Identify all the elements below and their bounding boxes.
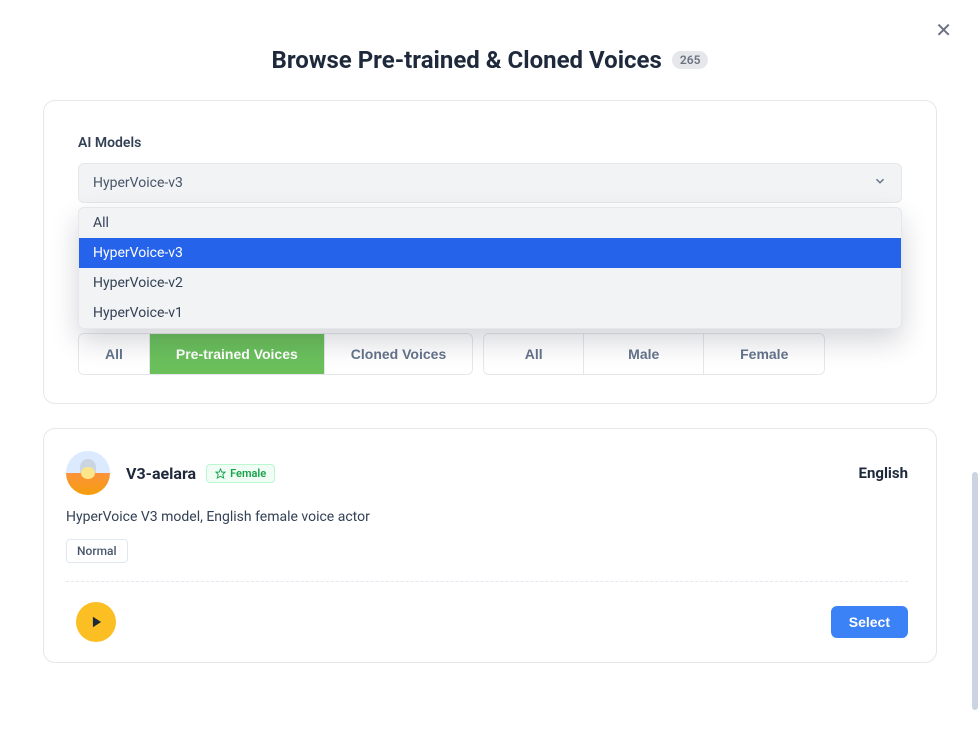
filter-card: AI Models HyperVoice-v3 All HyperVoice-v… [43,100,937,404]
divider [66,581,908,582]
close-icon[interactable]: ✕ [935,20,952,40]
voice-type-segment: All Pre-trained Voices Cloned Voices [78,333,473,375]
scrollbar-thumb[interactable] [972,472,978,710]
voice-card: V3-aelara Female English HyperVoice V3 m… [43,428,937,663]
count-badge: 265 [672,51,709,69]
voice-actions: Select [66,602,908,642]
voice-card-header: V3-aelara Female English [66,451,908,495]
tab-gender-female[interactable]: Female [704,334,824,374]
ai-model-select: HyperVoice-v3 All HyperVoice-v3 HyperVoi… [78,163,902,203]
select-button[interactable]: Select [831,606,908,638]
ai-model-selected-value: HyperVoice-v3 [93,175,183,191]
tab-type-all[interactable]: All [79,334,150,374]
voice-description: HyperVoice V3 model, English female voic… [66,509,908,525]
dropdown-item-hypervoice-v3[interactable]: HyperVoice-v3 [79,238,901,268]
page-title: Browse Pre-trained & Cloned Voices [272,46,662,74]
tab-cloned-voices[interactable]: Cloned Voices [325,334,472,374]
gender-badge: Female [206,464,275,483]
dropdown-item-all[interactable]: All [79,208,901,238]
tab-gender-male[interactable]: Male [584,334,704,374]
tab-gender-all[interactable]: All [484,334,584,374]
tab-pretrained-voices[interactable]: Pre-trained Voices [150,334,325,374]
play-button[interactable] [76,602,116,642]
play-icon [90,615,104,629]
chevron-down-icon [873,174,887,192]
voice-name: V3-aelara [126,464,196,483]
star-icon [215,468,226,479]
ai-models-label: AI Models [78,135,902,151]
filter-buttons-row: All Pre-trained Voices Cloned Voices All… [78,333,902,375]
voice-language: English [859,464,908,482]
gender-segment: All Male Female [483,333,825,375]
tag-normal: Normal [66,539,128,563]
ai-model-dropdown: All HyperVoice-v3 HyperVoice-v2 HyperVoi… [78,207,902,329]
gender-label: Female [230,467,266,480]
ai-model-select-control[interactable]: HyperVoice-v3 [78,163,902,203]
avatar [66,451,110,495]
dropdown-item-hypervoice-v1[interactable]: HyperVoice-v1 [79,298,901,328]
header: Browse Pre-trained & Cloned Voices 265 [0,0,980,100]
dropdown-item-hypervoice-v2[interactable]: HyperVoice-v2 [79,268,901,298]
